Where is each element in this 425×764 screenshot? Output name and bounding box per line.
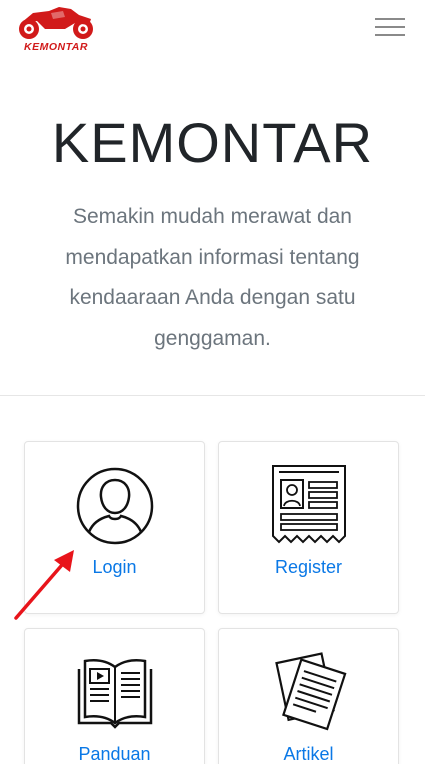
article-icon xyxy=(274,652,346,731)
divider xyxy=(0,395,425,396)
user-icon xyxy=(76,467,153,545)
navbar: KEMONTAR xyxy=(0,0,425,66)
menu-toggle-button[interactable] xyxy=(375,18,407,40)
motorcycle-icon xyxy=(19,7,93,39)
hero-lead: Semakin mudah merawat dan mendapatkan in… xyxy=(65,205,360,350)
id-card-icon xyxy=(271,465,346,544)
logo-text: KEMONTAR xyxy=(24,41,88,53)
artikel-link[interactable]: Artikel xyxy=(219,744,398,764)
hamburger-icon-bar xyxy=(375,26,405,28)
book-icon xyxy=(77,659,152,729)
artikel-card[interactable]: Artikel xyxy=(218,628,399,764)
red-arrow-icon xyxy=(14,550,74,620)
panduan-link[interactable]: Panduan xyxy=(25,744,204,764)
hamburger-icon-bar xyxy=(375,34,405,36)
brand-logo[interactable]: KEMONTAR xyxy=(15,5,97,53)
hero-section: KEMONTAR Semakin mudah merawat dan menda… xyxy=(0,66,425,396)
register-link[interactable]: Register xyxy=(219,557,398,578)
hero-title: KEMONTAR xyxy=(51,111,374,174)
hamburger-icon-bar xyxy=(375,18,405,20)
register-card[interactable]: Register xyxy=(218,441,399,614)
panduan-card[interactable]: Panduan xyxy=(24,628,205,764)
